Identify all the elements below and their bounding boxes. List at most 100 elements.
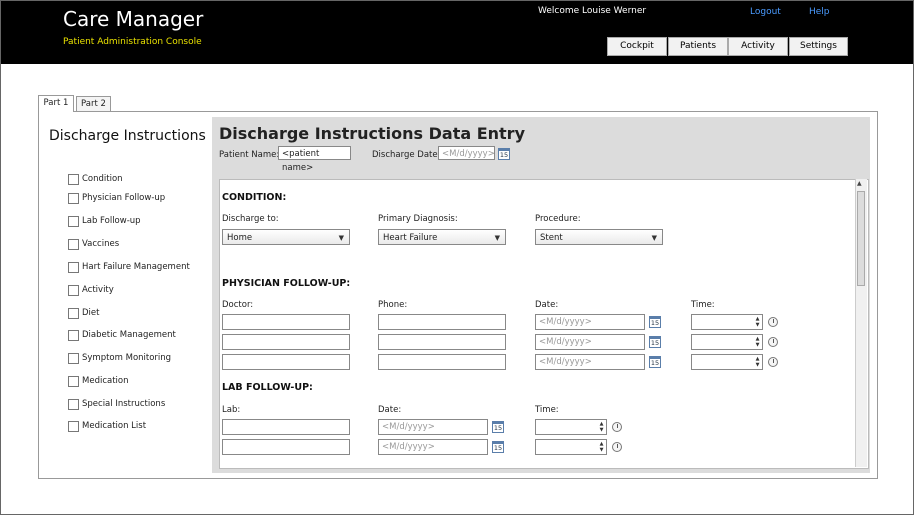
lab-time-input[interactable]: ▲ ▼ xyxy=(535,439,607,455)
lab-time-input[interactable]: ▲ ▼ xyxy=(535,419,607,435)
lab-date-input[interactable]: <M/d/yyyy> xyxy=(378,419,488,435)
checkbox[interactable] xyxy=(68,376,79,387)
app-title: Care Manager xyxy=(63,7,204,31)
app-header: Care Manager Patient Administration Cons… xyxy=(1,1,913,64)
calendar-icon[interactable]: 15 xyxy=(492,441,504,453)
select-value: Home xyxy=(227,233,253,243)
window: Care Manager Patient Administration Cons… xyxy=(0,0,914,515)
sidebar-item-label: Activity xyxy=(82,285,114,295)
calendar-icon[interactable]: 15 xyxy=(649,316,661,328)
calendar-icon[interactable]: 15 xyxy=(649,336,661,348)
checkbox[interactable] xyxy=(68,174,79,185)
sidebar-item-label: Medication List xyxy=(82,421,147,431)
condition-heading: CONDITION: xyxy=(222,192,287,203)
tab-part-2[interactable]: Part 2 xyxy=(76,96,111,112)
checkbox[interactable] xyxy=(68,262,79,273)
lab-time-label: Time: xyxy=(535,405,559,415)
physician-date-input[interactable]: <M/d/yyyy> xyxy=(535,314,645,330)
physician-time-input[interactable]: ▲ ▼ xyxy=(691,354,763,370)
checkbox[interactable] xyxy=(68,399,79,410)
select-value: Heart Failure xyxy=(383,233,438,243)
spinner-arrows-icon[interactable]: ▲ ▼ xyxy=(598,421,605,433)
discharge-date-input[interactable]: <M/d/yyyy> xyxy=(438,146,495,160)
clock-icon[interactable] xyxy=(612,422,622,432)
welcome-text: Welcome Louise Werner xyxy=(538,6,647,16)
help-link[interactable]: Help xyxy=(809,7,830,17)
checkbox[interactable] xyxy=(68,330,79,341)
discharge-to-label: Discharge to: xyxy=(222,214,279,224)
sidebar-item-label: Diet xyxy=(82,308,100,318)
sidebar-item-label: Symptom Monitoring xyxy=(82,353,172,363)
checkbox[interactable] xyxy=(68,421,79,432)
checkbox[interactable] xyxy=(68,239,79,250)
sidebar-item-label: Condition xyxy=(82,174,123,184)
spinner-arrows-icon[interactable]: ▲ ▼ xyxy=(754,356,761,368)
checkbox[interactable] xyxy=(68,216,79,227)
spinner-arrows-icon[interactable]: ▲ ▼ xyxy=(754,316,761,328)
chevron-down-icon: ▼ xyxy=(338,234,344,242)
sidebar-item-label: Physician Follow-up xyxy=(82,193,166,203)
phone-input[interactable] xyxy=(378,354,506,370)
clock-icon[interactable] xyxy=(612,442,622,452)
primary-diagnosis-select[interactable]: Heart Failure ▼ xyxy=(378,229,506,245)
physician-time-input[interactable]: ▲ ▼ xyxy=(691,334,763,350)
lab-label: Lab: xyxy=(222,405,241,415)
form-title: Discharge Instructions Data Entry xyxy=(219,124,525,143)
clock-icon[interactable] xyxy=(768,337,778,347)
checkbox[interactable] xyxy=(68,353,79,364)
time-label: Time: xyxy=(691,300,715,310)
procedure-select[interactable]: Stent ▼ xyxy=(535,229,663,245)
checkbox[interactable] xyxy=(68,308,79,319)
physician-date-input[interactable]: <M/d/yyyy> xyxy=(535,354,645,370)
logout-link[interactable]: Logout xyxy=(750,7,781,17)
checkbox[interactable] xyxy=(68,193,79,204)
lab-date-input[interactable]: <M/d/yyyy> xyxy=(378,439,488,455)
date-label: Date: xyxy=(535,300,559,310)
calendar-icon[interactable]: 15 xyxy=(649,356,661,368)
physician-follow-up-heading: PHYSICIAN FOLLOW-UP: xyxy=(222,278,351,289)
doctor-input[interactable] xyxy=(222,334,350,350)
scrollbar-thumb[interactable] xyxy=(857,191,865,286)
vertical-scrollbar[interactable]: ▲ xyxy=(855,179,867,467)
sidebar-title: Discharge Instructions xyxy=(49,128,206,144)
chevron-down-icon: ▼ xyxy=(651,234,657,242)
spinner-arrows-icon[interactable]: ▲ ▼ xyxy=(598,441,605,453)
doctor-input[interactable] xyxy=(222,314,350,330)
lab-input[interactable] xyxy=(222,419,350,435)
nav-activity-button[interactable]: Activity xyxy=(728,37,788,56)
calendar-icon[interactable]: 15 xyxy=(492,421,504,433)
physician-time-input[interactable]: ▲ ▼ xyxy=(691,314,763,330)
discharge-to-select[interactable]: Home ▼ xyxy=(222,229,350,245)
phone-label: Phone: xyxy=(378,300,408,310)
spinner-arrows-icon[interactable]: ▲ ▼ xyxy=(754,336,761,348)
checkbox[interactable] xyxy=(68,285,79,296)
sidebar-item-label: Diabetic Management xyxy=(82,330,176,340)
sidebar-item-label: Special Instructions xyxy=(82,399,166,409)
lab-follow-up-heading: LAB FOLLOW-UP: xyxy=(222,382,313,393)
calendar-icon[interactable]: 15 xyxy=(498,148,510,160)
sidebar-item-label: Hart Failure Management xyxy=(82,262,190,272)
chevron-down-icon: ▼ xyxy=(494,234,500,242)
sidebar-item-label: Vaccines xyxy=(82,239,120,249)
clock-icon[interactable] xyxy=(768,357,778,367)
procedure-label: Procedure: xyxy=(535,214,581,224)
lab-date-label: Date: xyxy=(378,405,402,415)
lab-input[interactable] xyxy=(222,439,350,455)
patient-name-input[interactable]: <patient name> xyxy=(278,146,351,173)
phone-input[interactable] xyxy=(378,314,506,330)
select-value: Stent xyxy=(540,233,563,243)
patient-name-label: Patient Name: xyxy=(219,150,280,160)
discharge-date-label: Discharge Date: xyxy=(372,150,441,160)
doctor-input[interactable] xyxy=(222,354,350,370)
phone-input[interactable] xyxy=(378,334,506,350)
nav-settings-button[interactable]: Settings xyxy=(789,37,848,56)
clock-icon[interactable] xyxy=(768,317,778,327)
app-subtitle: Patient Administration Console xyxy=(63,37,202,47)
sidebar-item-label: Medication xyxy=(82,376,129,386)
tab-part-1[interactable]: Part 1 xyxy=(38,95,74,112)
physician-date-input[interactable]: <M/d/yyyy> xyxy=(535,334,645,350)
nav-cockpit-button[interactable]: Cockpit xyxy=(607,37,667,56)
nav-patients-button[interactable]: Patients xyxy=(668,37,728,56)
scroll-up-icon[interactable]: ▲ xyxy=(857,180,862,187)
doctor-label: Doctor: xyxy=(222,300,254,310)
